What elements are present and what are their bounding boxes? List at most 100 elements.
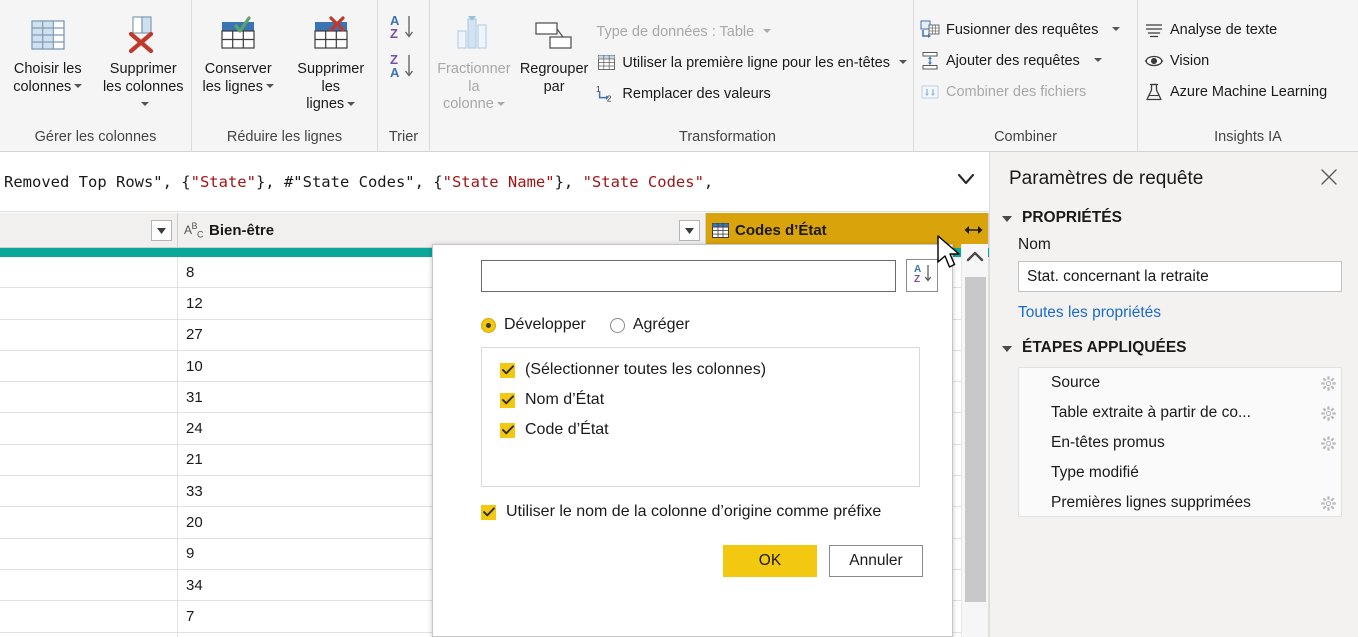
text-type-icon: ABC: [184, 221, 204, 240]
ok-button[interactable]: OK: [723, 545, 817, 577]
properties-section-header[interactable]: PROPRIÉTÉS: [990, 192, 1358, 227]
sort-descending-button[interactable]: Z A: [387, 51, 421, 86]
formula-text[interactable]: Removed Top Rows", {"State"}, #"State Co…: [0, 173, 943, 191]
grid-cell[interactable]: [0, 319, 178, 350]
query-name-input[interactable]: [1018, 261, 1342, 292]
close-panel-button[interactable]: [1316, 166, 1342, 192]
sort-az-button[interactable]: A Z: [906, 259, 938, 292]
applied-step-item[interactable]: Premières lignes supprimées: [1019, 488, 1341, 516]
data-type-button[interactable]: Type de données : Table: [590, 16, 913, 47]
applied-step-item[interactable]: Source: [1019, 368, 1341, 398]
filter-dropdown-icon[interactable]: [151, 220, 172, 241]
chevron-down-icon[interactable]: [140, 101, 149, 106]
applied-step-item[interactable]: En-têtes promus: [1019, 428, 1341, 458]
applied-step-item[interactable]: Type modifié: [1019, 458, 1341, 488]
grid-cell[interactable]: [0, 413, 178, 444]
formula-seg-5: "State Codes": [582, 172, 704, 191]
sort-ascending-button[interactable]: A Z: [387, 12, 421, 47]
remove-rows-button[interactable]: Supprimer les lignes: [285, 6, 378, 114]
replace-values-icon: 1 2: [596, 84, 616, 104]
text-analytics-button[interactable]: Analyse de texte: [1138, 14, 1283, 45]
grid-cell[interactable]: [0, 444, 178, 476]
replace-values-button[interactable]: 1 2 Remplacer des valeurs: [590, 78, 913, 109]
chevron-down-icon[interactable]: [1112, 26, 1121, 31]
column-checkbox-row[interactable]: Code d’État: [482, 415, 919, 445]
grid-cell[interactable]: [0, 382, 178, 413]
chevron-down-icon[interactable]: [74, 83, 83, 88]
grid-cell[interactable]: [0, 257, 178, 288]
chevron-up-icon: [965, 250, 985, 269]
grid-cell[interactable]: [0, 350, 178, 382]
grid-column-header-0[interactable]: [0, 213, 178, 248]
choose-columns-button[interactable]: Choisir les colonnes: [0, 6, 96, 96]
combine-files-button[interactable]: Combiner des fichiers: [914, 76, 1092, 107]
formula-bar-expand-button[interactable]: [943, 152, 989, 211]
text-analytics-label: Analyse de texte: [1170, 21, 1278, 38]
chevron-down-icon[interactable]: [1093, 57, 1102, 62]
merge-queries-button[interactable]: Fusionner des requêtes: [914, 14, 1126, 45]
grid-cell[interactable]: [0, 601, 178, 632]
sort-ascending-icon: A Z: [387, 13, 421, 46]
column-checkbox-label: Code d’État: [525, 421, 609, 438]
scrollbar-thumb[interactable]: [965, 277, 986, 602]
gear-icon[interactable]: [1315, 405, 1341, 421]
gear-icon[interactable]: [1315, 435, 1341, 451]
radio-expand[interactable]: Développer: [481, 316, 586, 334]
svg-text:Z: Z: [390, 26, 398, 41]
name-field-label: Nom: [1018, 236, 1051, 253]
filter-dropdown-icon[interactable]: [679, 220, 700, 241]
search-input[interactable]: [481, 259, 896, 292]
split-column-button[interactable]: Fractionner la colonne: [430, 6, 518, 114]
grid-cell[interactable]: [0, 569, 178, 601]
chevron-down-icon[interactable]: [763, 28, 772, 33]
ribbon-group-label-manage-columns: Gérer les colonnes: [34, 128, 157, 145]
azure-ml-button[interactable]: Azure Machine Learning: [1138, 76, 1333, 107]
vertical-scrollbar[interactable]: [961, 244, 988, 637]
dialog-buttons: OK Annuler: [433, 521, 952, 577]
merge-queries-label: Fusionner des requêtes: [946, 21, 1099, 38]
chevron-down-icon[interactable]: [899, 59, 907, 64]
cancel-button[interactable]: Annuler: [829, 545, 923, 577]
expand-column-icon[interactable]: [962, 219, 985, 241]
formula-bar[interactable]: Removed Top Rows", {"State"}, #"State Co…: [0, 152, 989, 212]
grid-column-header-bien-etre[interactable]: ABC Bien-être: [178, 213, 706, 248]
grid-cell[interactable]: [0, 538, 178, 569]
column-checkbox-row[interactable]: Nom d’État: [482, 385, 919, 415]
grid-cell[interactable]: [0, 476, 178, 507]
remove-columns-button[interactable]: Supprimer les colonnes: [96, 6, 192, 114]
gear-icon[interactable]: [1315, 375, 1341, 391]
applied-step-item[interactable]: Table extraite à partir de co...: [1019, 398, 1341, 428]
chevron-down-icon[interactable]: [496, 101, 505, 106]
grid-cell[interactable]: [0, 632, 178, 637]
append-queries-button[interactable]: Ajouter des requêtes: [914, 45, 1108, 76]
grid-cell[interactable]: [0, 507, 178, 538]
radio-unselected-icon: [609, 317, 625, 333]
column-checkbox-row[interactable]: (Sélectionner toutes les colonnes): [482, 355, 919, 385]
choose-columns-label-2: colonnes: [13, 78, 72, 95]
applied-step-label: Source: [1051, 374, 1101, 391]
use-original-name-prefix-checkbox[interactable]: Utiliser le nom de la colonne d’origine …: [433, 487, 952, 521]
ribbon-group-sort: A Z Z A Trier: [378, 0, 430, 151]
applied-step-label: Table extraite à partir de co...: [1051, 404, 1251, 421]
use-first-row-headers-label: Utiliser la première ligne pour les en-t…: [622, 54, 890, 71]
chevron-down-icon[interactable]: [265, 83, 274, 88]
formula-seg-1: "State": [190, 172, 256, 191]
grid-column-header-codes-etat[interactable]: Codes d’État: [706, 213, 989, 248]
group-by-button[interactable]: Regrouper par: [518, 6, 591, 96]
chevron-down-icon[interactable]: [347, 101, 356, 106]
keep-rows-button[interactable]: Conserver les lignes: [192, 6, 285, 96]
keep-rows-label-1: Conserver: [204, 61, 272, 77]
keep-rows-icon: [214, 12, 262, 58]
radio-aggregate[interactable]: Agréger: [609, 316, 690, 334]
scroll-up-button[interactable]: [962, 244, 988, 274]
gear-icon[interactable]: [1315, 495, 1341, 511]
grid-cell[interactable]: [0, 288, 178, 319]
vision-eye-icon: [1144, 51, 1164, 71]
vision-button[interactable]: Vision: [1138, 45, 1215, 76]
ribbon-group-manage-columns: Choisir les colonnes Supprimer les colon…: [0, 0, 192, 151]
ribbon-group-label-ai-insights: Insights IA: [1214, 128, 1282, 145]
all-properties-link[interactable]: Toutes les propriétés: [990, 292, 1358, 322]
append-queries-icon: [920, 51, 940, 71]
applied-steps-section-header[interactable]: ÉTAPES APPLIQUÉES: [990, 322, 1358, 357]
use-first-row-headers-button[interactable]: Utiliser la première ligne pour les en-t…: [590, 47, 913, 78]
